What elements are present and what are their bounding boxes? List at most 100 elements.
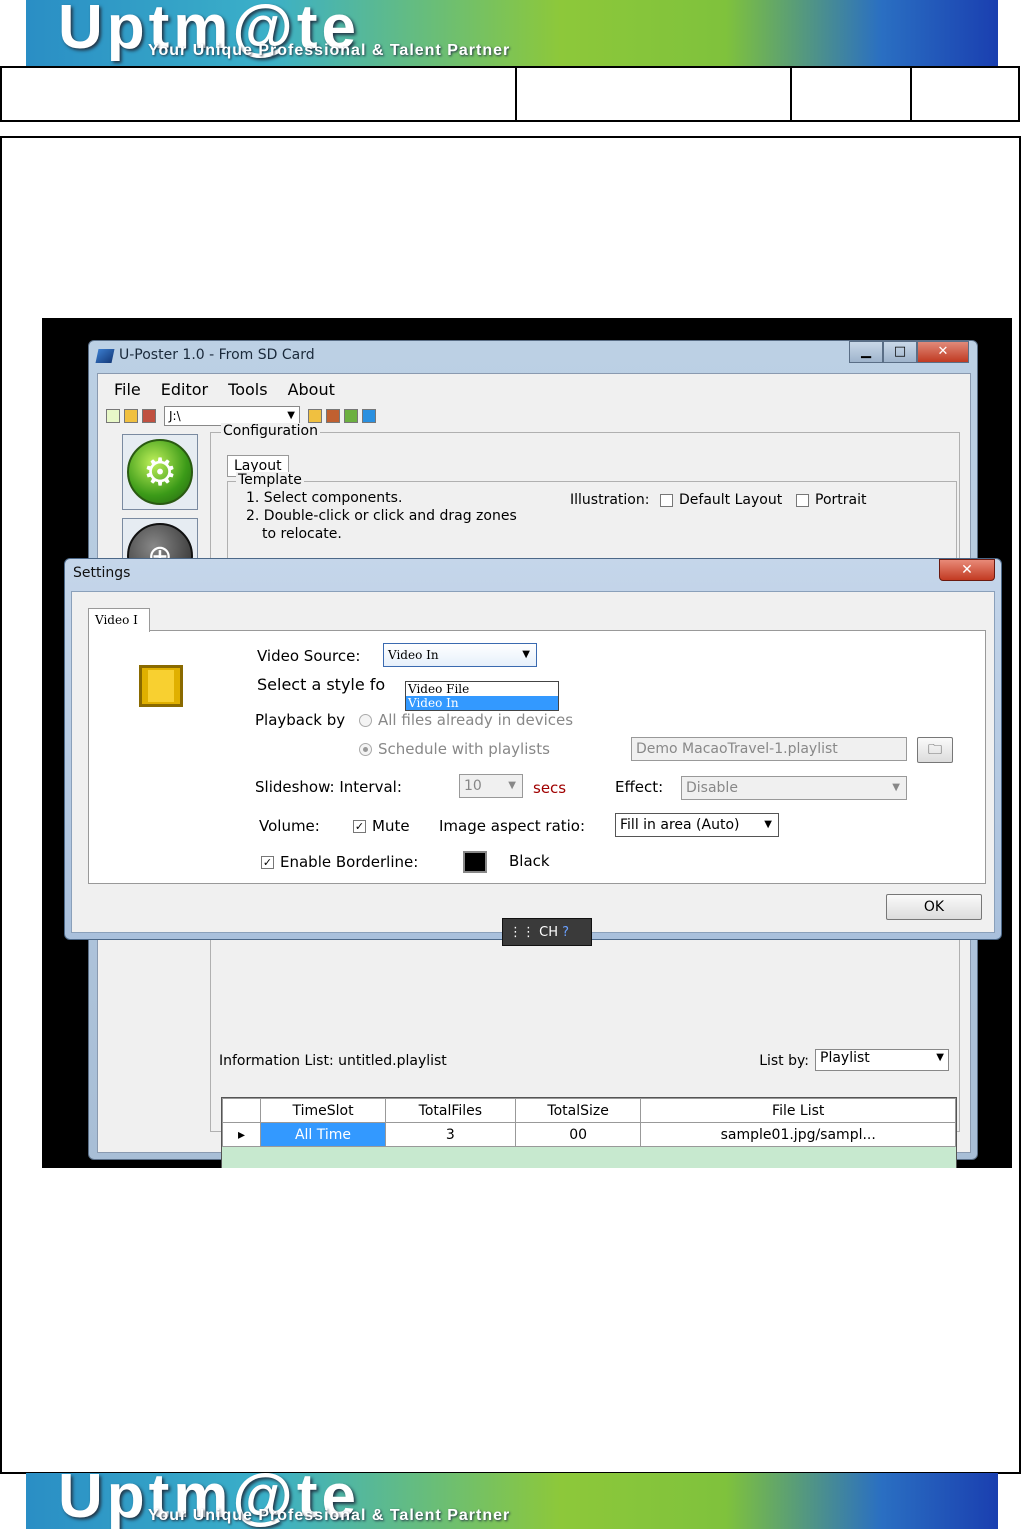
- window-title: U-Poster 1.0 - From SD Card: [119, 347, 315, 363]
- chevron-down-icon: ▼: [764, 819, 772, 830]
- tab-video[interactable]: Video I: [88, 608, 150, 632]
- book-icon[interactable]: [326, 409, 340, 423]
- tagline: Your Unique Professional & Talent Partne…: [148, 42, 511, 59]
- select-style-label: Select a style fo: [257, 675, 386, 694]
- playback-all-files-option[interactable]: All files already in devices: [359, 711, 573, 729]
- default-layout-label: Default Layout: [679, 492, 783, 508]
- illustration-label: Illustration:: [570, 492, 650, 508]
- video-source-value: Video In: [388, 648, 439, 662]
- list-by-label: List by:: [759, 1053, 809, 1069]
- maximize-button[interactable]: □: [883, 341, 917, 363]
- borderline-checkbox[interactable]: ✓: [261, 856, 274, 869]
- default-layout-option[interactable]: Default Layout: [660, 492, 782, 508]
- template-legend: Template: [236, 472, 304, 488]
- footer-tagline: Your Unique Professional & Talent Partne…: [148, 1507, 511, 1524]
- option-video-in[interactable]: Video In: [406, 696, 558, 710]
- menu-file[interactable]: File: [114, 380, 141, 399]
- dialog-title: Settings: [73, 565, 131, 581]
- table-cell[interactable]: sample01.jpg/sampl...: [640, 1122, 956, 1147]
- portrait-option[interactable]: Portrait: [796, 492, 866, 508]
- aspect-ratio-select[interactable]: Fill in area (Auto) ▼: [615, 813, 779, 837]
- folder-icon: 🗀: [928, 742, 942, 758]
- volume-label: Volume:: [259, 817, 320, 835]
- radio-schedule[interactable]: [359, 743, 372, 756]
- ime-bar[interactable]: ⋮⋮ CH ?: [502, 918, 592, 946]
- mute-option[interactable]: ✓ Mute: [353, 817, 410, 835]
- header-table: [0, 66, 1020, 122]
- open-folder-icon[interactable]: [124, 409, 138, 423]
- effect-value: Disable: [686, 780, 738, 796]
- color-swatch[interactable]: [463, 851, 487, 873]
- header-banner: Uptm@te Your Unique Professional & Talen…: [26, 0, 998, 66]
- config-button[interactable]: ⚙: [122, 434, 198, 510]
- help-icon[interactable]: ?: [562, 925, 569, 940]
- effect-select[interactable]: Disable ▼: [681, 776, 907, 800]
- secs-label: secs: [533, 779, 567, 797]
- header-cell: [912, 68, 1018, 120]
- app-icon: [95, 349, 115, 363]
- folder-icon[interactable]: [308, 409, 322, 423]
- step-2: 2. Double-click or click and drag zones: [246, 508, 517, 524]
- configuration-legend: Configuration: [221, 423, 320, 439]
- interval-select[interactable]: 10 ▼: [459, 774, 523, 798]
- aspect-ratio-label: Image aspect ratio:: [439, 817, 586, 835]
- template-group: Template 1. Select components. 2. Double…: [227, 472, 957, 561]
- radio-all-files[interactable]: [359, 714, 372, 727]
- video-source-label: Video Source:: [257, 647, 361, 665]
- dialog-close-button[interactable]: ✕: [939, 559, 995, 581]
- ime-language: CH: [539, 925, 558, 940]
- table-cell[interactable]: 00: [514, 1122, 642, 1147]
- menu-about[interactable]: About: [288, 380, 335, 399]
- aspect-ratio-value: Fill in area (Auto): [620, 817, 740, 833]
- chevron-down-icon: ▼: [508, 780, 516, 791]
- column-header[interactable]: File List: [640, 1098, 956, 1123]
- ok-button[interactable]: OK: [886, 894, 982, 920]
- header-cell: [517, 68, 793, 120]
- menu-bar: File Editor Tools About: [114, 380, 335, 399]
- column-header[interactable]: TimeSlot: [259, 1098, 387, 1123]
- option-video-file[interactable]: Video File: [406, 682, 558, 696]
- portrait-label: Portrait: [815, 492, 867, 508]
- default-layout-checkbox[interactable]: [660, 493, 673, 507]
- dialog-body: Video I Video Source: Video In ▼ Select a…: [71, 591, 995, 933]
- table-row[interactable]: ▸ All Time 3 00 sample01.jpg/sampl...: [222, 1122, 956, 1147]
- playback-all-files-label: All files already in devices: [378, 711, 574, 729]
- table-cell[interactable]: All Time: [259, 1122, 387, 1147]
- menu-tools[interactable]: Tools: [228, 380, 267, 399]
- color-name: Black: [509, 852, 550, 870]
- save-icon[interactable]: [142, 409, 156, 423]
- playback-schedule-label: Schedule with playlists: [378, 740, 550, 758]
- download-icon[interactable]: [362, 409, 376, 423]
- column-header[interactable]: TotalFiles: [385, 1098, 516, 1123]
- row-indicator: ▸: [222, 1122, 261, 1147]
- portrait-checkbox[interactable]: [796, 493, 809, 507]
- video-source-dropdown: Video File Video In: [405, 681, 559, 711]
- menu-editor[interactable]: Editor: [161, 380, 208, 399]
- new-file-icon[interactable]: [106, 409, 120, 423]
- playback-schedule-option[interactable]: Schedule with playlists: [359, 740, 550, 758]
- info-list-label: Information List:: [219, 1053, 334, 1069]
- mute-checkbox[interactable]: ✓: [353, 820, 366, 833]
- step-1: 1. Select components.: [246, 490, 403, 506]
- borderline-option[interactable]: ✓ Enable Borderline:: [261, 853, 418, 871]
- settings-dialog: Settings ✕ Video I Video Source: Video I…: [64, 558, 1002, 940]
- chevron-down-icon: ▼: [522, 649, 530, 660]
- close-window-button[interactable]: ✕: [917, 341, 969, 363]
- gear-icon: ⚙: [127, 439, 193, 505]
- browse-folder-button[interactable]: 🗀: [917, 737, 953, 763]
- column-header[interactable]: TotalSize: [514, 1098, 642, 1123]
- header-cell: [792, 68, 913, 120]
- footer-banner: Uptm@te Your Unique Professional & Talen…: [26, 1473, 998, 1529]
- playlist-field[interactable]: Demo MacaoTravel-1.playlist: [631, 737, 907, 761]
- minimize-button[interactable]: ▁: [849, 341, 883, 363]
- header-cell: [2, 68, 517, 120]
- list-by-select[interactable]: Playlist: [815, 1049, 949, 1071]
- table-cell[interactable]: 3: [385, 1122, 516, 1147]
- chevron-down-icon: ▼: [892, 782, 900, 793]
- video-panel: Video Source: Video In ▼ Select a style f…: [88, 630, 986, 884]
- mute-label: Mute: [372, 817, 410, 835]
- video-source-select[interactable]: Video In ▼: [383, 643, 537, 667]
- grid-icon[interactable]: [344, 409, 358, 423]
- slideshow-interval-label: Slideshow: Interval:: [255, 778, 402, 796]
- screenshot: U-Poster 1.0 - From SD Card ▁ □ ✕ File E…: [42, 318, 1012, 1168]
